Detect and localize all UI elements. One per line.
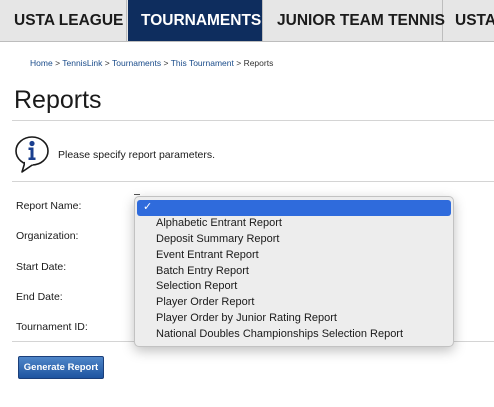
page-title: Reports [14, 86, 102, 114]
dropdown-option[interactable]: Event Entrant Report [135, 248, 453, 264]
breadcrumb-home[interactable]: Home [30, 58, 53, 68]
breadcrumb-tennislink[interactable]: TennisLink [62, 58, 102, 68]
dropdown-option[interactable]: Player Order by Junior Rating Report [135, 311, 453, 327]
breadcrumb-separator: > [104, 58, 110, 68]
organization-label: Organization: [16, 230, 79, 242]
dropdown-option[interactable]: Selection Report [135, 279, 453, 295]
breadcrumb-separator: > [163, 58, 169, 68]
dropdown-option[interactable]: Deposit Summary Report [135, 232, 453, 248]
tab-junior-team-tennis[interactable]: JUNIOR TEAM TENNIS [264, 0, 445, 41]
main-nav-tabs: USTA LEAGUE TOURNAMENTS JUNIOR TEAM TENN… [0, 0, 494, 42]
tournament-id-label: Tournament ID: [16, 321, 88, 333]
breadcrumb-this-tournament[interactable]: This Tournament [171, 58, 234, 68]
dropdown-option-blank[interactable]: ✓ [137, 200, 451, 216]
checkmark-icon: ✓ [143, 201, 153, 213]
dropdown-option[interactable]: Batch Entry Report [135, 264, 453, 280]
start-date-label: Start Date: [16, 261, 67, 273]
tab-usta-league[interactable]: USTA LEAGUE [0, 0, 127, 41]
info-icon [15, 136, 49, 173]
divider [12, 181, 494, 182]
dropdown-option[interactable]: National Doubles Championships Selection… [135, 327, 453, 343]
report-name-label: Report Name: [16, 200, 82, 212]
info-text: Please specify report parameters. [58, 149, 215, 161]
breadcrumb-separator: > [236, 58, 242, 68]
dropdown-option[interactable]: Alphabetic Entrant Report [135, 216, 453, 232]
breadcrumb-current: Reports [243, 58, 274, 68]
generate-report-button[interactable]: Generate Report [18, 356, 104, 379]
report-name-dropdown-menu: ✓ Alphabetic Entrant Report Deposit Summ… [134, 196, 454, 347]
tab-usta-more[interactable]: USTA [444, 0, 494, 41]
breadcrumb: Home > TennisLink > Tournaments > This T… [30, 58, 273, 68]
breadcrumb-tournaments[interactable]: Tournaments [112, 58, 161, 68]
end-date-label: End Date: [16, 291, 63, 303]
dropdown-option[interactable]: Player Order Report [135, 295, 453, 311]
tab-tournaments[interactable]: TOURNAMENTS [128, 0, 263, 41]
breadcrumb-separator: > [55, 58, 61, 68]
divider [12, 120, 494, 121]
